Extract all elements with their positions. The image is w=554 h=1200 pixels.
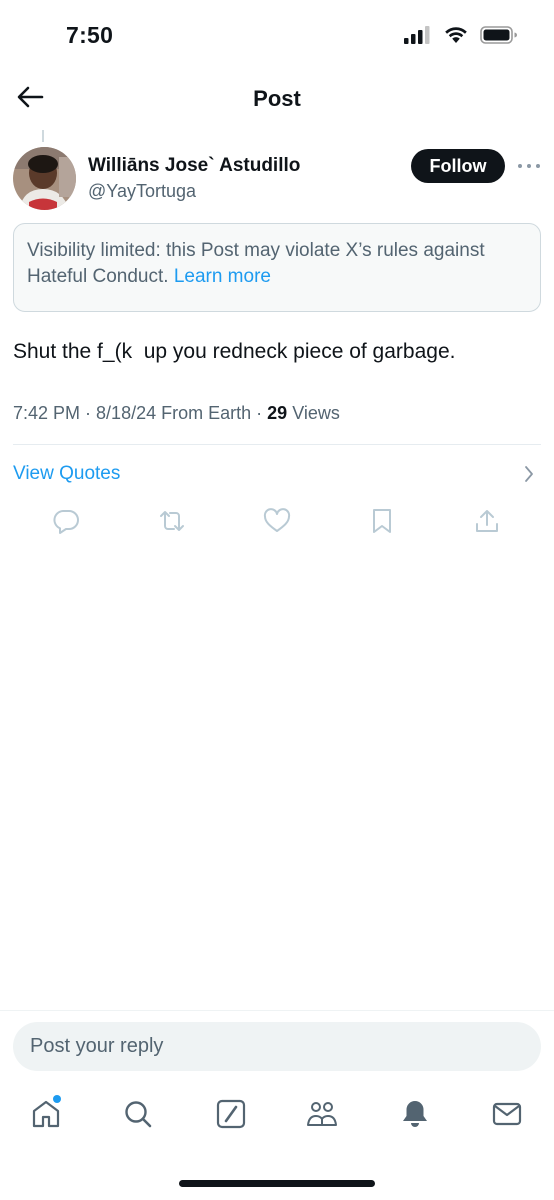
post-actions <box>0 505 554 541</box>
meta-separator: · <box>251 403 268 423</box>
tab-search[interactable] <box>116 1092 160 1140</box>
views-label: Views <box>292 403 340 423</box>
wifi-icon <box>444 26 468 49</box>
battery-icon <box>480 26 518 49</box>
post-meta: 7:42 PM · 8/18/24 From Earth · 29 Views <box>13 403 340 424</box>
like-button[interactable] <box>259 505 295 541</box>
divider <box>13 444 541 445</box>
view-quotes-row[interactable]: View Quotes <box>0 448 554 500</box>
meta-separator: · <box>80 403 97 423</box>
status-icons <box>404 26 518 49</box>
tab-messages[interactable] <box>485 1092 529 1140</box>
tab-home[interactable] <box>24 1092 68 1140</box>
reply-input[interactable] <box>13 1022 541 1071</box>
post-source: From Earth <box>161 403 252 423</box>
status-time: 7:50 <box>66 22 114 48</box>
page-title: Post <box>253 86 301 111</box>
nav-header: Post <box>0 70 554 128</box>
tab-bar <box>0 1092 554 1142</box>
chevron-right-icon <box>524 465 534 488</box>
tab-notifications[interactable] <box>393 1092 437 1140</box>
tab-grok[interactable] <box>209 1092 253 1140</box>
like-icon <box>263 507 291 539</box>
post-date[interactable]: 8/18/24 <box>96 403 156 423</box>
home-icon <box>30 1098 62 1135</box>
author-name[interactable]: Williāns Jose` Astudillo <box>88 155 300 177</box>
profile-photo <box>13 147 76 210</box>
follow-button[interactable]: Follow <box>411 149 505 183</box>
composer-divider <box>0 1010 554 1011</box>
post-time[interactable]: 7:42 PM <box>13 403 80 423</box>
cellular-signal-icon <box>404 26 432 49</box>
status-bar: 7:50 <box>0 0 554 70</box>
grok-icon <box>215 1098 247 1135</box>
search-icon <box>122 1098 154 1135</box>
author-handle[interactable]: @YayTortuga <box>88 181 196 202</box>
post-text: Shut the f_(k up you redneck piece of ga… <box>13 340 456 363</box>
thread-line <box>42 130 44 142</box>
avatar[interactable] <box>13 147 76 210</box>
reply-icon <box>52 507 80 540</box>
home-notification-dot <box>53 1095 61 1103</box>
visibility-notice: Visibility limited: this Post may violat… <box>13 223 541 312</box>
repost-button[interactable] <box>154 505 190 541</box>
communities-icon <box>305 1098 339 1135</box>
view-quotes-label: View Quotes <box>13 463 121 484</box>
tab-communities[interactable] <box>300 1092 344 1140</box>
more-button[interactable] <box>514 152 544 178</box>
learn-more-link[interactable]: Learn more <box>174 266 271 287</box>
more-dots-icon <box>517 156 541 174</box>
bookmark-icon <box>370 507 394 540</box>
notifications-icon <box>399 1098 431 1135</box>
bookmark-button[interactable] <box>364 505 400 541</box>
messages-icon <box>491 1098 523 1135</box>
share-icon <box>474 507 500 540</box>
views-count: 29 <box>267 403 288 423</box>
home-indicator <box>179 1180 375 1187</box>
repost-icon <box>157 507 187 540</box>
reply-button[interactable] <box>48 505 84 541</box>
share-button[interactable] <box>469 505 505 541</box>
